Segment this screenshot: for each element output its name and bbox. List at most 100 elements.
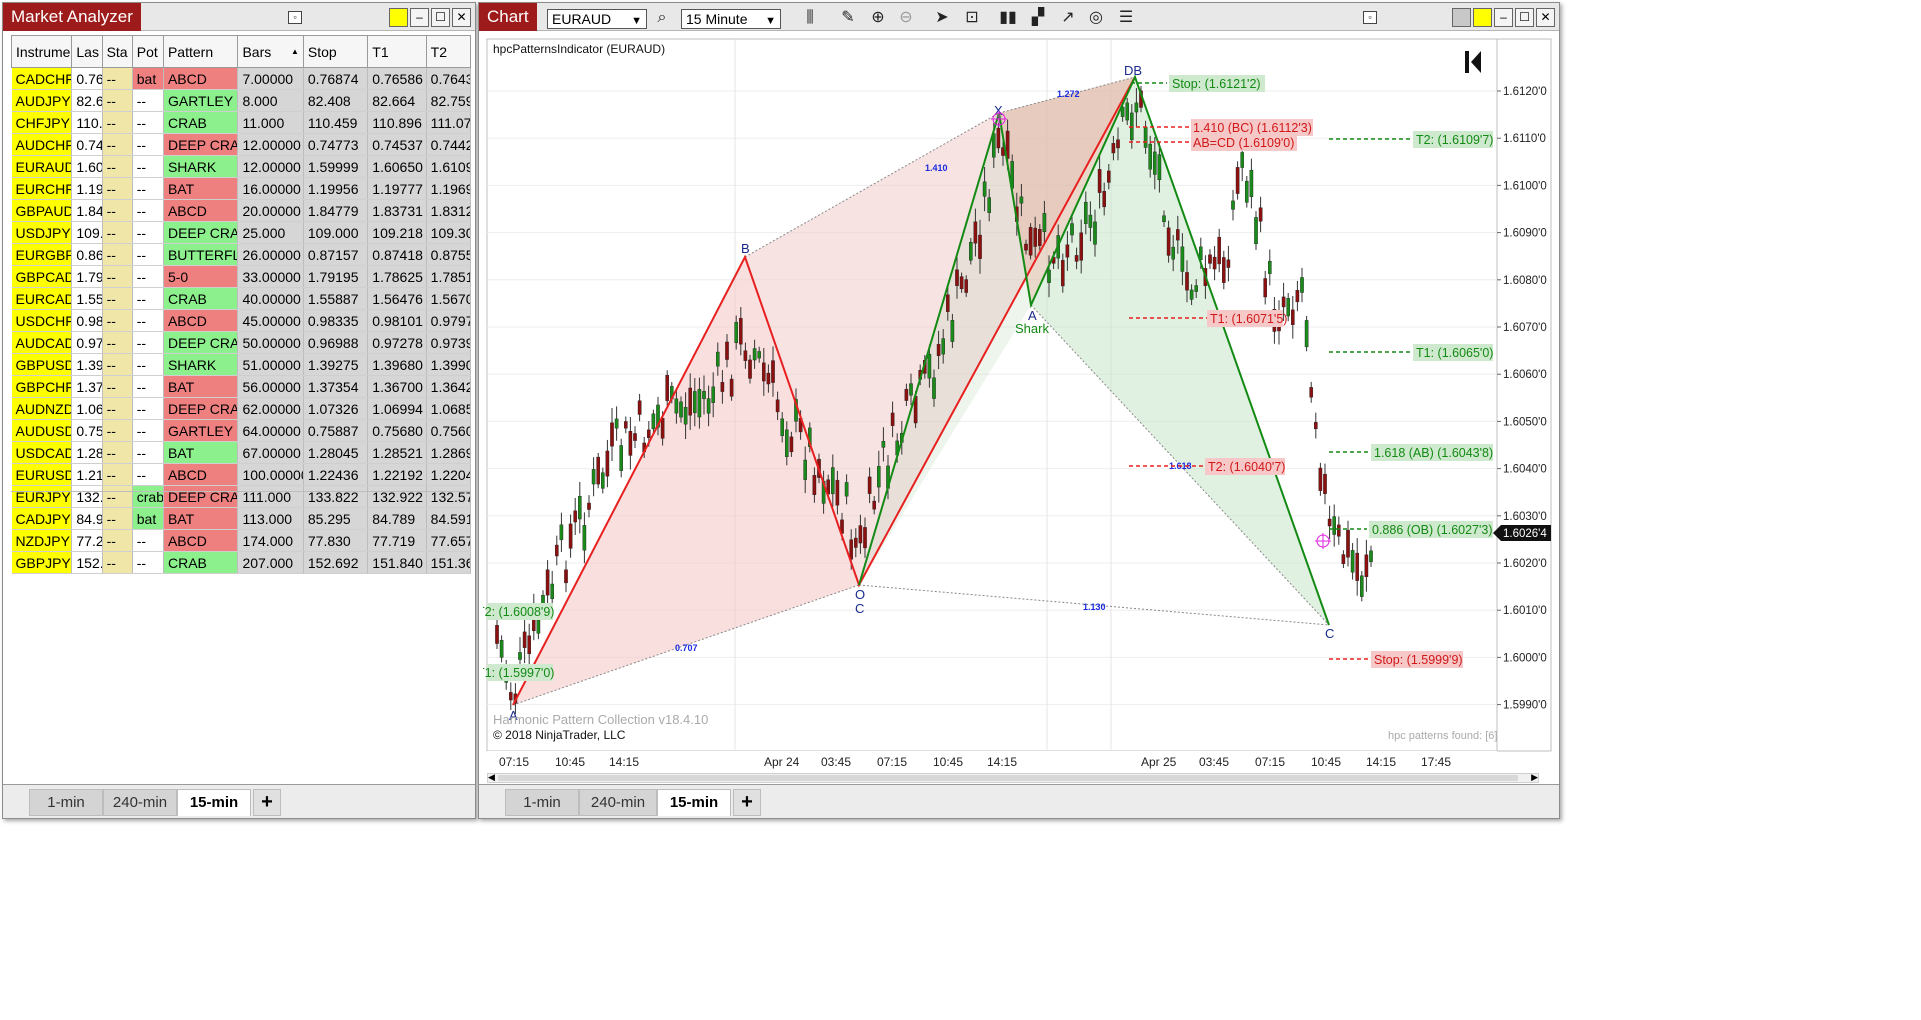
status-cell: --: [102, 353, 133, 376]
table-row[interactable]: USDCAD 1.28 -- -- BAT 67.00000 1.28045 1.28521 1…: [11, 441, 472, 464]
bars-cell: 16.00000: [237, 177, 304, 200]
bar-style-icon[interactable]: ⫼: [799, 8, 821, 28]
t2-cell: 0.76438: [426, 67, 472, 90]
column-header-stop[interactable]: Stop: [302, 35, 369, 68]
instrument-cell: EURAUD: [11, 155, 73, 178]
table-row[interactable]: AUDCHF0.74----DEEP CRAB12.000000.747730.…: [11, 133, 472, 156]
close-button[interactable]: ✕: [452, 8, 471, 27]
stop-cell: 1.37354: [303, 375, 369, 398]
strategies-icon[interactable]: ↗: [1057, 8, 1079, 28]
table-row[interactable]: EURAUD 1.60 -- -- SHARK 12.00000 1.59999 1.6065…: [11, 155, 472, 178]
pointer-icon[interactable]: ➤: [931, 8, 953, 28]
zoom-out-icon[interactable]: ⊖: [895, 8, 917, 28]
scroll-left-arrow-icon[interactable]: ◀: [488, 772, 495, 783]
dock-icon[interactable]: ▫: [288, 11, 302, 24]
candle-body: [1291, 309, 1295, 325]
table-row[interactable]: EURUSD 1.21 -- -- ABCD 100.00000 1.22436 1.2219…: [11, 463, 472, 486]
tab-15-min[interactable]: 15-min: [657, 789, 731, 816]
ob-886-label: 0.886 (OB) (1.6027'3): [1372, 523, 1493, 537]
minimize-button[interactable]: –: [410, 8, 429, 27]
add-tab-button[interactable]: +: [253, 789, 281, 816]
candle-body: [715, 351, 720, 367]
minimize-button[interactable]: –: [1494, 8, 1513, 27]
search-icon[interactable]: ⌕: [651, 8, 673, 28]
tab-240-min[interactable]: 240-min: [579, 789, 657, 816]
t2-right-label: T2: (1.6109'7): [1416, 133, 1493, 147]
tab-15-min[interactable]: 15-min: [177, 789, 251, 816]
column-header-status[interactable]: Sta: [101, 35, 133, 68]
candle-body: [955, 269, 959, 286]
link-group-button[interactable]: [1452, 8, 1471, 27]
table-row[interactable]: GBPCHF 1.37 -- -- BAT 56.00000 1.37354 1.36700 1…: [11, 375, 472, 398]
table-row[interactable]: EURGBP0.86----BUTTERFLY26.000000.871570.…: [11, 243, 472, 266]
table-row[interactable]: NZDJPY 77.2 -- -- ABCD 174.000 77.830 77.719 77.…: [11, 529, 472, 552]
candle-body: [1134, 102, 1139, 113]
column-header-t2[interactable]: T2: [425, 35, 472, 68]
candle-body: [1047, 269, 1051, 283]
table-row[interactable]: GBPJPY 152. -- -- CRAB 207.000 152.692 151.840 1…: [11, 551, 472, 574]
indicators-icon[interactable]: ◎: [1085, 8, 1107, 28]
instrument-selector[interactable]: EURAUD ▼: [547, 9, 647, 29]
table-row[interactable]: AUDUSD 0.75 -- -- GARTLEY 64.00000 0.75887 0.75…: [11, 419, 472, 442]
chart-trader-icon[interactable]: ▮▮: [997, 8, 1019, 28]
t1-cell: 1.83731: [367, 199, 427, 222]
pattern-cell: BAT: [163, 507, 239, 530]
status-cell: --: [102, 111, 133, 134]
t2-cell: 1.78518: [426, 265, 472, 288]
candle-body: [748, 359, 752, 379]
zoom-in-icon[interactable]: ⊕: [867, 8, 889, 28]
draw-pencil-icon[interactable]: ✎: [837, 8, 859, 28]
y-tick-label: 1.6100'0: [1503, 180, 1547, 192]
maximize-button[interactable]: ☐: [431, 8, 450, 27]
close-button[interactable]: ✕: [1536, 8, 1555, 27]
horizontal-scrollbar[interactable]: ◀ ▶: [487, 772, 1539, 783]
market-analyzer-titlebar[interactable]: Market Analyzer ▫ – ☐ ✕: [3, 3, 475, 31]
scrollbar-thumb[interactable]: [498, 775, 1518, 781]
table-row[interactable]: AUDCAD0.97----DEEP CRAB50.000000.969880.…: [11, 331, 472, 354]
table-row[interactable]: EURCAD 1.55 -- -- CRAB 40.00000 1.55887 1.56476…: [11, 287, 472, 310]
table-row[interactable]: AUDJPY 82.6 -- -- GARTLEY 8.000 82.408 82.664 82…: [11, 89, 472, 112]
table-row[interactable]: GBPCAD 1.79 -- -- 5-0 33.00000 1.79195 1.78625 1…: [11, 265, 472, 288]
instrument-cell: AUDUSD: [11, 419, 73, 442]
column-header-t1[interactable]: T1: [367, 35, 427, 68]
table-row[interactable]: USDCHF 0.98 -- -- ABCD 45.00000 0.98335 0.98101…: [11, 309, 472, 332]
candle-body: [890, 412, 895, 426]
candle-body: [941, 338, 946, 355]
table-row[interactable]: GBPUSD 1.39 -- -- SHARK 51.00000 1.39275 1.3968…: [11, 353, 472, 376]
column-header-bars[interactable]: Bars ▲: [237, 35, 304, 68]
table-row[interactable]: EURCHF 1.19 -- -- BAT 16.00000 1.19956 1.19777 1…: [11, 177, 472, 200]
order-icon[interactable]: ▞: [1027, 8, 1049, 28]
tab-240-min[interactable]: 240-min: [103, 789, 177, 816]
bars-cell: 8.000: [237, 89, 304, 112]
table-row[interactable]: AUDNZD1.06----DEEP CRAB62.000001.073261.…: [11, 397, 472, 420]
last-cell: 132.: [71, 485, 103, 508]
price-chart[interactable]: A B O C X DB A Shark C 1.410 1.272 0.707…: [483, 35, 1555, 777]
potential-cell: --: [132, 243, 164, 266]
column-header-pattern[interactable]: Pattern: [162, 35, 239, 68]
table-row[interactable]: CHFJPY 110. -- -- CRAB 11.000 110.459 110.896 11…: [11, 111, 472, 134]
maximize-button[interactable]: ☐: [1515, 8, 1534, 27]
candle-body: [725, 341, 729, 360]
link-color-button[interactable]: [389, 8, 408, 27]
grid-empty-area: [11, 491, 471, 492]
table-row[interactable]: CADCHF 0.76 -- bat ABCD 7.00000 0.76874 0.76586…: [11, 67, 472, 90]
properties-icon[interactable]: ☰: [1115, 8, 1137, 28]
t1-cell: 151.840: [367, 551, 427, 574]
chart-toolbar: Chart EURAUD ▼ ⌕ 15 Minute ▼ ⫼ ✎ ⊕ ⊖ ➤ ⊡ ▮…: [479, 3, 1559, 31]
tab-1-min[interactable]: 1-min: [29, 789, 103, 816]
table-row[interactable]: USDJPY109.----DEEP CRAB25.000109.000109.…: [11, 221, 472, 244]
table-row[interactable]: EURJPY132.--crabDEEP CRAB111.000133.8221…: [11, 485, 472, 508]
table-row[interactable]: GBPAUD 1.84 -- -- ABCD 20.00000 1.84779 1.83731…: [11, 199, 472, 222]
interval-selector[interactable]: 15 Minute ▼: [681, 9, 781, 29]
dock-icon[interactable]: ▫: [1363, 11, 1377, 24]
column-header-last[interactable]: Las: [71, 35, 103, 68]
column-header-instrument[interactable]: Instrume: [10, 35, 73, 68]
add-tab-button[interactable]: +: [733, 789, 761, 816]
tab-1-min[interactable]: 1-min: [505, 789, 579, 816]
data-box-icon[interactable]: ⊡: [961, 8, 983, 28]
stop-cell: 85.295: [303, 507, 369, 530]
link-color-button[interactable]: [1473, 8, 1492, 27]
scroll-right-arrow-icon[interactable]: ▶: [1531, 772, 1538, 783]
column-header-potential[interactable]: Pot: [131, 35, 164, 68]
table-row[interactable]: CADJPY 84.9 -- bat BAT 113.000 85.295 84.789 84.…: [11, 507, 472, 530]
